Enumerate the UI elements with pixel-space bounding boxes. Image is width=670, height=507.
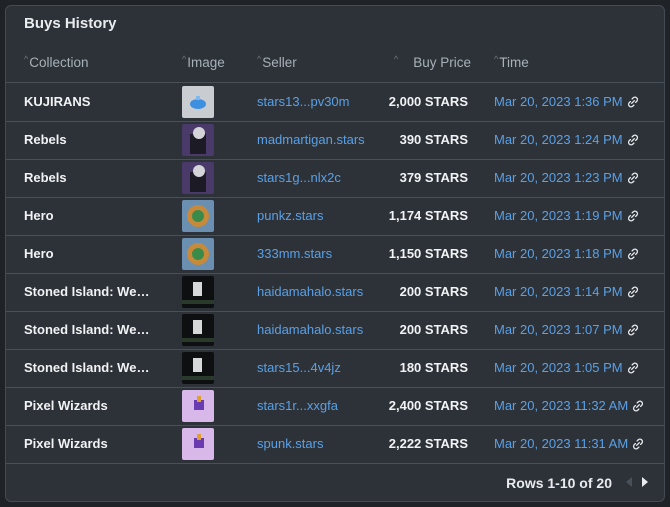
- collection-name: Stoned Island: Weed ...: [24, 284, 156, 299]
- time-text[interactable]: Mar 20, 2023 1:36 PM: [494, 94, 623, 109]
- table-row[interactable]: Hero punkz.stars 1,174 STARS Mar 20, 2023 1…: [6, 197, 664, 236]
- collection-name: KUJIRANS: [24, 94, 91, 109]
- time-text[interactable]: Mar 20, 2023 11:32 AM: [494, 398, 628, 413]
- nft-image[interactable]: [182, 86, 214, 118]
- table-row[interactable]: KUJIRANS stars13...pv30m 2,000 STARS Mar 20…: [6, 83, 664, 122]
- table-row[interactable]: Stoned Island: Weed ... haidamahalo.stars…: [6, 311, 664, 350]
- column-header-image[interactable]: ^Image: [182, 54, 225, 70]
- table-header: ^Collection ^Image ^Seller ^ Buy Price ^T…: [6, 44, 664, 83]
- nft-image[interactable]: [182, 200, 214, 232]
- time-link[interactable]: Mar 20, 2023 1:05 PM: [494, 349, 640, 386]
- time-text[interactable]: Mar 20, 2023 1:14 PM: [494, 284, 623, 299]
- seller-link[interactable]: stars1g...nlx2c: [257, 159, 341, 196]
- time-link[interactable]: Mar 20, 2023 1:19 PM: [494, 197, 640, 234]
- column-header-time[interactable]: ^Time: [494, 54, 529, 70]
- table-row[interactable]: Pixel Wizards spunk.stars 2,222 STARS Mar 2…: [6, 425, 664, 464]
- time-link[interactable]: Mar 20, 2023 1:36 PM: [494, 83, 640, 120]
- buy-price: 1,150 STARS: [388, 246, 468, 261]
- buy-price: 2,222 STARS: [388, 436, 468, 451]
- seller-link[interactable]: haidamahalo.stars: [257, 273, 363, 310]
- seller-link[interactable]: haidamahalo.stars: [257, 311, 363, 348]
- time-link[interactable]: Mar 20, 2023 1:24 PM: [494, 121, 640, 158]
- panel-title: Buys History: [24, 15, 117, 32]
- link-icon[interactable]: [626, 133, 640, 147]
- link-icon[interactable]: [626, 361, 640, 375]
- link-icon[interactable]: [626, 171, 640, 185]
- time-link[interactable]: Mar 20, 2023 1:14 PM: [494, 273, 640, 310]
- column-header-seller[interactable]: ^Seller: [257, 54, 297, 70]
- buys-history-panel: Buys History ^Collection ^Image ^Seller …: [5, 5, 665, 502]
- time-text[interactable]: Mar 20, 2023 1:05 PM: [494, 360, 623, 375]
- nft-image[interactable]: [182, 124, 214, 156]
- link-icon[interactable]: [631, 399, 645, 413]
- collection-name: Rebels: [24, 170, 67, 185]
- sort-icon: ^: [24, 54, 29, 64]
- next-page-icon[interactable]: [642, 477, 648, 487]
- collection-name: Stoned Island: Weed ...: [24, 360, 156, 375]
- table-row[interactable]: Stoned Island: Weed ... haidamahalo.stars…: [6, 273, 664, 312]
- time-text[interactable]: Mar 20, 2023 1:18 PM: [494, 246, 623, 261]
- time-text[interactable]: Mar 20, 2023 1:23 PM: [494, 170, 623, 185]
- buy-price: 200 STARS: [399, 322, 468, 337]
- link-icon[interactable]: [631, 437, 645, 451]
- nft-image[interactable]: [182, 162, 214, 194]
- link-icon[interactable]: [626, 323, 640, 337]
- time-link[interactable]: Mar 20, 2023 11:32 AM: [494, 387, 645, 424]
- buy-price: 2,400 STARS: [388, 398, 468, 413]
- nft-image[interactable]: [182, 276, 214, 308]
- pagination-label: Rows 1-10 of 20: [506, 475, 612, 491]
- collection-name: Pixel Wizards: [24, 436, 108, 451]
- table-row[interactable]: Rebels madmartigan.stars 390 STARS Mar 20, …: [6, 121, 664, 160]
- time-text[interactable]: Mar 20, 2023 1:07 PM: [494, 322, 623, 337]
- seller-link[interactable]: stars15...4v4jz: [257, 349, 341, 386]
- link-icon[interactable]: [626, 95, 640, 109]
- time-link[interactable]: Mar 20, 2023 1:18 PM: [494, 235, 640, 272]
- time-link[interactable]: Mar 20, 2023 1:23 PM: [494, 159, 640, 196]
- column-header-buy-price[interactable]: ^ Buy Price: [394, 54, 471, 70]
- table-row[interactable]: Pixel Wizards stars1r...xxgfa 2,400 STARS M…: [6, 387, 664, 426]
- link-icon[interactable]: [626, 209, 640, 223]
- buy-price: 200 STARS: [399, 284, 468, 299]
- time-text[interactable]: Mar 20, 2023 11:31 AM: [494, 436, 628, 451]
- column-header-collection[interactable]: ^Collection: [24, 54, 89, 70]
- seller-link[interactable]: stars1r...xxgfa: [257, 387, 338, 424]
- seller-link[interactable]: stars13...pv30m: [257, 83, 350, 120]
- seller-link[interactable]: spunk.stars: [257, 425, 323, 462]
- nft-image[interactable]: [182, 428, 214, 460]
- sort-icon: ^: [182, 54, 187, 64]
- table-row[interactable]: Rebels stars1g...nlx2c 379 STARS Mar 20, 20…: [6, 159, 664, 198]
- collection-name: Stoned Island: Weed ...: [24, 322, 156, 337]
- collection-name: Hero: [24, 208, 54, 223]
- buy-price: 379 STARS: [399, 170, 468, 185]
- sort-icon: ^: [494, 54, 499, 64]
- table-row[interactable]: Hero 333mm.stars 1,150 STARS Mar 20, 2023 1…: [6, 235, 664, 274]
- time-text[interactable]: Mar 20, 2023 1:24 PM: [494, 132, 623, 147]
- table-row[interactable]: Stoned Island: Weed ... stars15...4v4jz 18…: [6, 349, 664, 388]
- link-icon[interactable]: [626, 247, 640, 261]
- time-text[interactable]: Mar 20, 2023 1:19 PM: [494, 208, 623, 223]
- seller-link[interactable]: 333mm.stars: [257, 235, 332, 272]
- collection-name: Rebels: [24, 132, 67, 147]
- link-icon[interactable]: [626, 285, 640, 299]
- collection-name: Pixel Wizards: [24, 398, 108, 413]
- nft-image[interactable]: [182, 390, 214, 422]
- sort-icon: ^: [394, 54, 399, 64]
- previous-page-icon[interactable]: [626, 477, 632, 487]
- seller-link[interactable]: madmartigan.stars: [257, 121, 365, 158]
- sort-icon: ^: [257, 54, 262, 64]
- collection-name: Hero: [24, 246, 54, 261]
- time-link[interactable]: Mar 20, 2023 1:07 PM: [494, 311, 640, 348]
- time-link[interactable]: Mar 20, 2023 11:31 AM: [494, 425, 645, 462]
- seller-link[interactable]: punkz.stars: [257, 197, 323, 234]
- buy-price: 180 STARS: [399, 360, 468, 375]
- nft-image[interactable]: [182, 314, 214, 346]
- buy-price: 2,000 STARS: [388, 94, 468, 109]
- buy-price: 1,174 STARS: [388, 208, 468, 223]
- nft-image[interactable]: [182, 352, 214, 384]
- buy-price: 390 STARS: [399, 132, 468, 147]
- nft-image[interactable]: [182, 238, 214, 270]
